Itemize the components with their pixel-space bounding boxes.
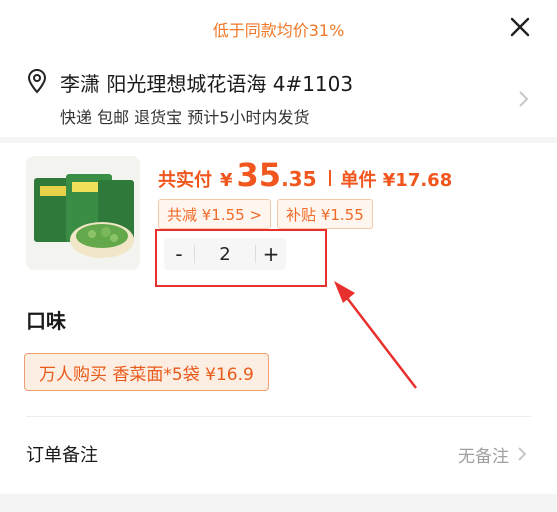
location-pin-icon: [27, 68, 47, 94]
currency-symbol: ¥: [220, 170, 233, 191]
unit-price: 单件 ¥17.68: [340, 170, 453, 191]
order-remark-value[interactable]: 无备注: [458, 442, 509, 467]
divider: [26, 416, 531, 417]
order-sheet: 低于同款均价31% 李潇 阳光理想城花语海 4#1103 快递 包邮 退货宝 预…: [0, 0, 557, 512]
order-remark-label[interactable]: 订单备注: [26, 441, 98, 467]
bottom-bar: [0, 494, 557, 512]
section-divider: [0, 137, 557, 143]
discount-badges: 共减 ¥1.55 > 补贴 ¥1.55: [158, 199, 373, 229]
total-paid-label: 共实付: [158, 170, 212, 191]
chevron-right-icon: [519, 91, 529, 107]
price-divider: [328, 170, 331, 186]
product-image: [26, 156, 140, 270]
flavor-title: 口味: [26, 309, 66, 333]
annotation-highlight-box: [155, 229, 327, 287]
discount-badge[interactable]: 共减 ¥1.55 >: [158, 199, 272, 229]
price-integer: 35: [236, 156, 282, 194]
address-section[interactable]: 李潇 阳光理想城花语海 4#1103 快递 包邮 退货宝 预计5小时内发货: [0, 60, 557, 130]
price-decimal: .35: [281, 167, 317, 191]
address-line: 李潇 阳光理想城花语海 4#1103: [60, 72, 354, 96]
shipping-info: 快递 包邮 退货宝 预计5小时内发货: [60, 108, 310, 127]
price-comparison-banner: 低于同款均价31%: [212, 21, 345, 40]
chevron-right-icon[interactable]: [517, 446, 527, 462]
price-row: 共实付 ¥ 35 .35 单件 ¥17.68: [158, 156, 453, 194]
flavor-option-selected[interactable]: 万人购买 香菜面*5袋 ¥16.9: [24, 353, 269, 391]
subsidy-badge: 补贴 ¥1.55: [277, 199, 373, 229]
close-icon[interactable]: [507, 14, 533, 40]
